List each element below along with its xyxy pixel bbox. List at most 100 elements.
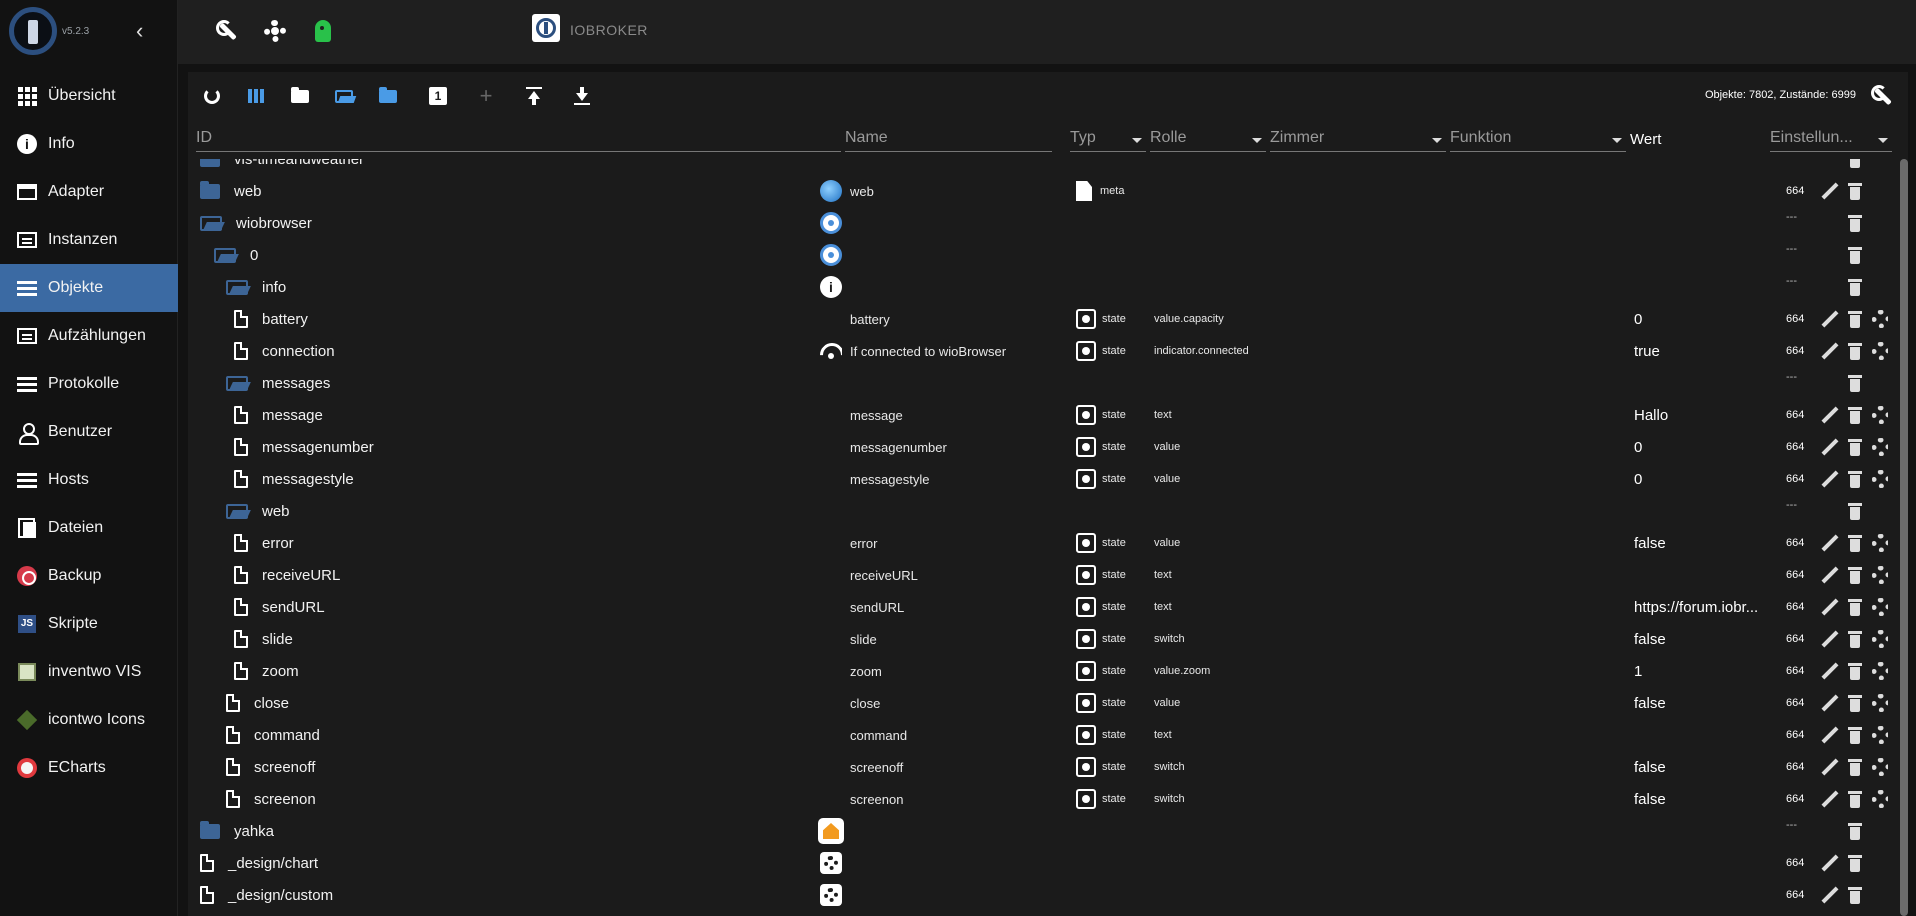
object-role[interactable]: text	[1154, 591, 1172, 623]
sidebar-item-echarts[interactable]: ECharts	[0, 744, 178, 792]
table-row[interactable]: web web meta 664	[188, 175, 1888, 207]
object-name[interactable]: web	[850, 175, 874, 207]
object-id[interactable]: messages	[226, 367, 330, 399]
table-row[interactable]: messagestyle messagestyle state value 0 664	[188, 463, 1888, 495]
object-role[interactable]: text	[1154, 399, 1172, 431]
object-value[interactable]: Hallo	[1634, 399, 1784, 431]
table-row[interactable]: 0 ---	[188, 239, 1888, 271]
edit-icon[interactable]	[1822, 407, 1838, 423]
object-id[interactable]: battery	[234, 303, 308, 335]
object-id[interactable]: error	[234, 527, 294, 559]
edit-icon[interactable]	[1822, 695, 1838, 711]
table-row[interactable]: messages ---	[188, 367, 1888, 399]
expand-all-button[interactable]	[332, 84, 356, 108]
object-id[interactable]: yahka	[200, 815, 274, 847]
collapse-all-button[interactable]	[288, 84, 312, 108]
object-value[interactable]: 0	[1634, 431, 1784, 463]
filter-funktion[interactable]: Funktion	[1450, 120, 1626, 152]
object-id[interactable]: messagestyle	[234, 463, 354, 495]
sidebar-item-aufzählungen[interactable]: Aufzählungen	[0, 312, 178, 360]
table-row[interactable]: command command state text 664	[188, 719, 1888, 751]
object-id[interactable]: wiobrowser	[200, 207, 312, 239]
object-id[interactable]: _design/custom	[200, 879, 333, 911]
filter-typ[interactable]: Typ	[1070, 120, 1146, 152]
object-id[interactable]: web	[226, 495, 290, 527]
object-role[interactable]: value.capacity	[1154, 303, 1224, 335]
object-name[interactable]: command	[850, 719, 907, 751]
table-row[interactable]: yahka ---	[188, 815, 1888, 847]
sidebar-item-inventwo-vis[interactable]: inventwo VIS	[0, 648, 178, 696]
object-value[interactable]: https://forum.iobr...	[1634, 591, 1784, 623]
columns-button[interactable]	[244, 84, 268, 108]
edit-icon[interactable]	[1822, 535, 1838, 551]
scroll-thumb[interactable]	[1900, 159, 1908, 916]
collapse-sidebar-button[interactable]: ‹	[136, 18, 143, 44]
custom-settings-gear-icon[interactable]	[1872, 790, 1888, 808]
object-id[interactable]: web	[200, 175, 262, 207]
sidebar-item-icontwo-icons[interactable]: icontwo Icons	[0, 696, 178, 744]
delete-icon[interactable]	[1848, 887, 1862, 904]
sidebar-item-adapter[interactable]: Adapter	[0, 168, 178, 216]
object-id[interactable]: info	[226, 271, 286, 303]
table-row[interactable]: message message state text Hallo 664	[188, 399, 1888, 431]
table-row[interactable]: info i ---	[188, 271, 1888, 303]
edit-icon[interactable]	[1822, 567, 1838, 583]
delete-icon[interactable]	[1848, 439, 1862, 456]
delete-icon[interactable]	[1848, 503, 1862, 520]
sidebar-item-objekte[interactable]: Objekte	[0, 264, 178, 312]
sidebar-item-dateien[interactable]: Dateien	[0, 504, 178, 552]
delete-icon[interactable]	[1848, 343, 1862, 360]
object-value[interactable]: 0	[1634, 463, 1784, 495]
edit-icon[interactable]	[1822, 599, 1838, 615]
object-role[interactable]: indicator.connected	[1154, 335, 1249, 367]
object-value[interactable]: false	[1634, 783, 1784, 815]
object-id[interactable]: slide	[234, 623, 293, 655]
table-row[interactable]: error error state value false 664	[188, 527, 1888, 559]
iobroker-logo-icon[interactable]	[9, 7, 57, 55]
delete-icon[interactable]	[1848, 727, 1862, 744]
object-name[interactable]: slide	[850, 623, 877, 655]
table-row[interactable]: vis-timeandweather	[188, 159, 1888, 175]
object-id[interactable]: screenoff	[226, 751, 315, 783]
table-row[interactable]: screenoff screenoff state switch false 664	[188, 751, 1888, 783]
table-row[interactable]: zoom zoom state value.zoom 1 664	[188, 655, 1888, 687]
edit-icon[interactable]	[1822, 887, 1838, 903]
object-id[interactable]: screenon	[226, 783, 316, 815]
object-role[interactable]: text	[1154, 559, 1172, 591]
edit-icon[interactable]	[1822, 791, 1838, 807]
filter-einstellungen[interactable]: Einstellun...	[1770, 120, 1892, 152]
delete-icon[interactable]	[1848, 375, 1862, 392]
object-value[interactable]: 0	[1634, 303, 1784, 335]
edit-icon[interactable]	[1822, 855, 1838, 871]
object-id[interactable]: messagenumber	[234, 431, 374, 463]
table-row[interactable]: close close state value false 664	[188, 687, 1888, 719]
delete-icon[interactable]	[1848, 407, 1862, 424]
add-object-button[interactable]: +	[474, 84, 498, 108]
expand-one-level-button[interactable]	[376, 84, 400, 108]
sidebar-item-benutzer[interactable]: Benutzer	[0, 408, 178, 456]
object-name[interactable]: If connected to wioBrowser	[850, 335, 1006, 367]
object-role[interactable]: value	[1154, 463, 1180, 495]
object-role[interactable]: value.zoom	[1154, 655, 1210, 687]
object-id[interactable]: 0	[214, 239, 258, 271]
refresh-button[interactable]	[200, 84, 224, 108]
table-row[interactable]: receiveURL receiveURL state text 664	[188, 559, 1888, 591]
object-id[interactable]: receiveURL	[234, 559, 340, 591]
delete-icon[interactable]	[1848, 855, 1862, 872]
delete-icon[interactable]	[1848, 759, 1862, 776]
custom-settings-gear-icon[interactable]	[1872, 566, 1888, 584]
custom-settings-gear-icon[interactable]	[1872, 630, 1888, 648]
table-row[interactable]: sendURL sendURL state text https://forum.iob…	[188, 591, 1888, 623]
sidebar-item-info[interactable]: i Info	[0, 120, 178, 168]
upload-button[interactable]	[522, 84, 546, 108]
edit-icon[interactable]	[1822, 727, 1838, 743]
customize-button[interactable]	[1870, 84, 1894, 108]
edit-icon[interactable]	[1822, 759, 1838, 775]
table-row[interactable]: slide slide state switch false 664	[188, 623, 1888, 655]
delete-icon[interactable]	[1848, 535, 1862, 552]
delete-icon[interactable]	[1848, 599, 1862, 616]
vertical-scrollbar[interactable]	[1898, 159, 1908, 916]
delete-icon[interactable]	[1848, 183, 1862, 200]
custom-settings-gear-icon[interactable]	[1872, 534, 1888, 552]
delete-icon[interactable]	[1848, 663, 1862, 680]
